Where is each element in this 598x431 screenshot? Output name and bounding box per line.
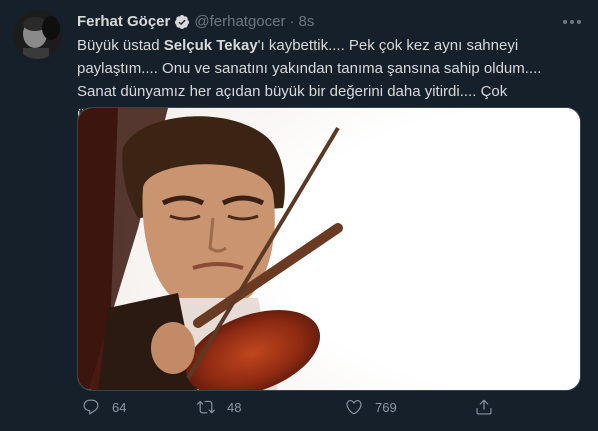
mention-name: Selçuk Tekay bbox=[163, 37, 258, 54]
tweet-text-part1: Büyük üstad bbox=[77, 37, 164, 54]
tweet-photo[interactable] bbox=[77, 107, 581, 391]
like-button[interactable]: 769 bbox=[345, 398, 475, 416]
tweet[interactable]: Ferhat Göçer @ferhatgocer · 8s Büyük üst… bbox=[0, 0, 598, 431]
separator-dot: · bbox=[289, 13, 295, 30]
more-options-icon[interactable] bbox=[560, 10, 584, 34]
like-count: 769 bbox=[375, 399, 397, 415]
share-button[interactable] bbox=[475, 398, 493, 416]
retweet-count: 48 bbox=[227, 399, 242, 415]
reply-icon bbox=[83, 399, 99, 415]
heart-icon bbox=[346, 400, 362, 415]
verified-badge-icon bbox=[175, 15, 190, 29]
handle[interactable]: @ferhatgocer bbox=[194, 12, 285, 32]
retweet-icon bbox=[197, 400, 215, 414]
timestamp[interactable]: 8s bbox=[298, 12, 314, 32]
tweet-actions: 64 48 769 bbox=[77, 398, 507, 416]
reply-button[interactable]: 64 bbox=[82, 398, 197, 416]
share-icon bbox=[476, 399, 492, 415]
tweet-header: Ferhat Göçer @ferhatgocer · 8s bbox=[77, 12, 314, 32]
reply-count: 64 bbox=[112, 399, 127, 415]
display-name[interactable]: Ferhat Göçer bbox=[77, 12, 170, 32]
avatar[interactable] bbox=[13, 10, 62, 59]
retweet-button[interactable]: 48 bbox=[197, 398, 345, 416]
